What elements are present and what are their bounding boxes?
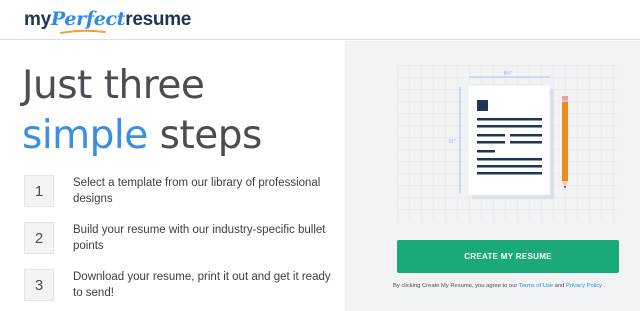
- steps-panel: Just three simple steps 1 Select a templ…: [0, 41, 345, 311]
- step-description: Select a template from our library of pr…: [73, 177, 321, 205]
- logo-swoosh-icon: [60, 29, 106, 34]
- text-line: [477, 158, 542, 161]
- text-line: [477, 150, 495, 153]
- legal-suffix: .: [603, 283, 606, 289]
- logo-text-perfect: Perfect: [50, 8, 126, 30]
- terms-of-use-link[interactable]: Terms of Use: [519, 283, 553, 289]
- text-line: [477, 165, 542, 168]
- create-my-resume-button[interactable]: CREATE MY RESUME: [397, 240, 619, 273]
- step-number: 2: [24, 222, 54, 254]
- step-1: 1 Select a template from our library of …: [24, 175, 334, 209]
- legal-and: and: [554, 283, 565, 289]
- privacy-policy-link[interactable]: Privacy Policy: [566, 283, 602, 289]
- text-line: [510, 141, 542, 144]
- text-line: [477, 125, 542, 128]
- step-description: Build your resume with our industry-spec…: [73, 224, 326, 252]
- legal-notice: By clicking Create My Resume, you agree …: [393, 283, 633, 289]
- logo-text-resume: resume: [125, 9, 192, 30]
- page-title: Just three simple steps: [22, 61, 262, 161]
- text-line: [510, 134, 542, 137]
- step-description: Download your resume, print it out and g…: [73, 271, 331, 299]
- text-line: [477, 118, 542, 121]
- title-accent-word: simple: [22, 113, 148, 158]
- step-3: 3 Download your resume, print it out and…: [24, 269, 334, 303]
- site-header: myPerfectresume: [0, 0, 640, 40]
- step-number: 1: [24, 175, 54, 207]
- text-line: [477, 141, 505, 144]
- logo[interactable]: myPerfectresume: [24, 8, 191, 31]
- step-2: 2 Build your resume with our industry-sp…: [24, 222, 334, 256]
- title-line-2-rest: steps: [159, 113, 263, 158]
- text-line: [477, 172, 542, 175]
- pencil-icon: [562, 96, 568, 189]
- logo-text-my: my: [24, 9, 51, 30]
- title-line-1: Just three: [22, 63, 205, 108]
- signup-panel: 8½" 11" CREATE MY RESUME By clicking Cre…: [345, 41, 640, 311]
- width-label: 8½": [504, 70, 513, 77]
- text-line: [477, 134, 505, 137]
- legal-prefix: By clicking Create My Resume, you agree …: [393, 283, 518, 289]
- height-label: 11": [449, 139, 456, 145]
- step-number: 3: [24, 269, 54, 301]
- photo-block: [477, 100, 488, 111]
- resume-illustration: 8½" 11": [397, 65, 619, 221]
